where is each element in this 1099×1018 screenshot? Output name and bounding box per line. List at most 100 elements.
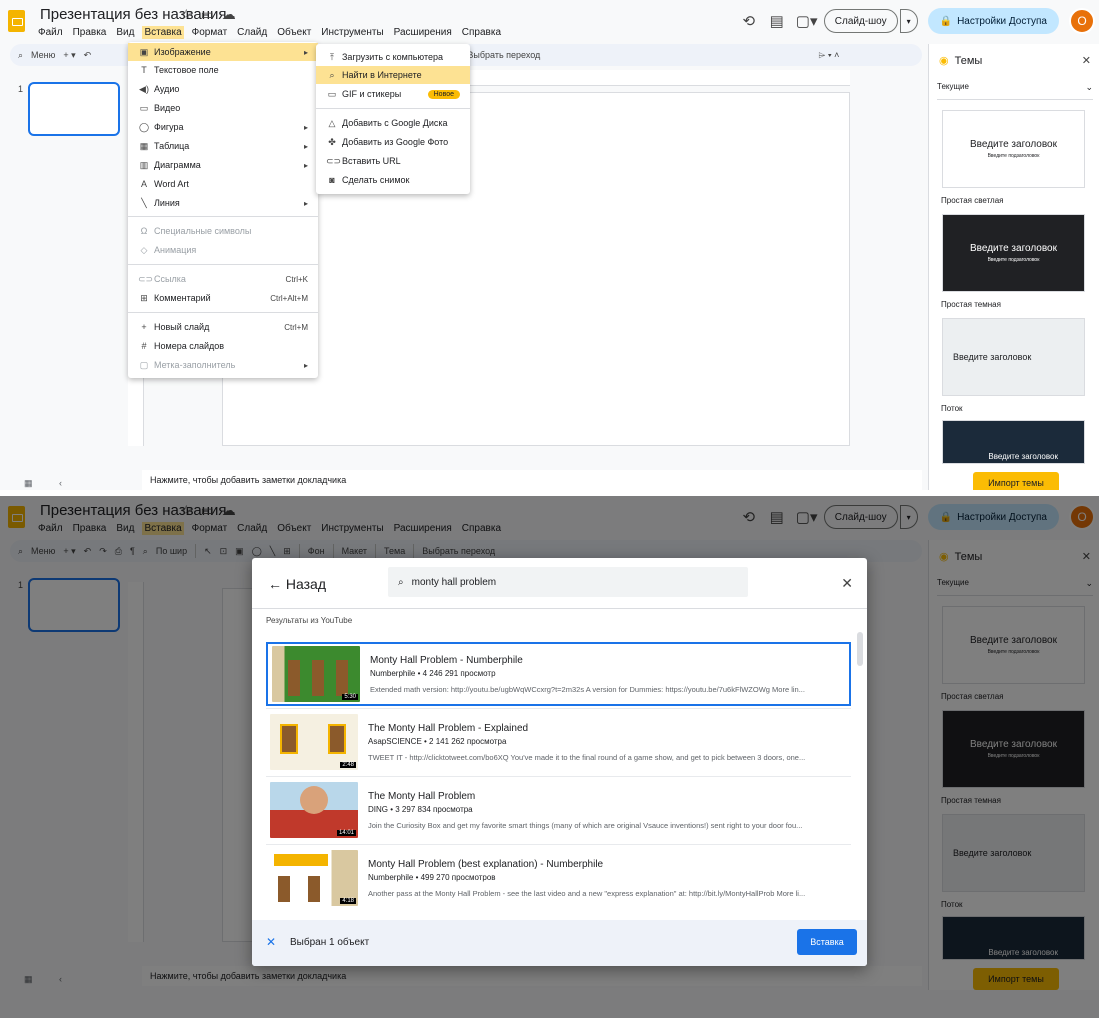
slides-logo-icon[interactable] <box>8 10 25 32</box>
menu-item-shape[interactable]: ◯ Фигура ▸ <box>128 118 318 136</box>
new-slide-icon[interactable]: + ▾ <box>63 50 75 61</box>
search-menus-icon[interactable]: ⌕ <box>18 50 23 61</box>
slideshow-dropdown[interactable]: ▾ <box>899 9 918 33</box>
video-thumbnail: 5:30 <box>272 646 360 702</box>
hash-icon: # <box>141 341 147 351</box>
avatar[interactable]: O <box>1069 8 1095 34</box>
video-result[interactable]: 14:01 The Monty Hall Problem DING • 3 29… <box>266 778 851 842</box>
omega-icon: Ω <box>140 226 148 236</box>
back-button[interactable]: ← Назад <box>268 576 326 592</box>
slides-editor-insert-menu: Презентация без названия ☆▭☁ Файл Правка… <box>0 0 1099 490</box>
folder-icon[interactable]: ▭ <box>201 6 222 22</box>
comments-icon[interactable]: ▤ <box>768 12 786 30</box>
video-result[interactable]: 2:48 The Monty Hall Problem - Explained … <box>266 710 851 774</box>
result-divider <box>266 776 851 777</box>
theme-card-title: Введите заголовок <box>969 243 1057 254</box>
submenu-photos[interactable]: ✤ Добавить из Google Фото <box>316 133 470 151</box>
slide-number: 1 <box>18 84 24 94</box>
meet-icon[interactable]: ▢▾ <box>796 12 818 30</box>
menu-divider <box>316 108 470 109</box>
menu-item-label: Линия <box>154 198 180 208</box>
theme-card-light[interactable]: Введите заголовок Введите подзаголовок <box>942 110 1085 188</box>
menu-item-shortcut: Ctrl+Alt+M <box>270 293 308 303</box>
theme-card-title: Введите заголовок <box>988 452 1058 461</box>
undo-icon[interactable]: ↶ <box>84 50 92 61</box>
menu-extensions[interactable]: Расширения <box>392 26 454 39</box>
menu-item-comment[interactable]: ⊞ Комментарий Ctrl+Alt+M <box>128 289 318 307</box>
theme-card-dark[interactable]: Введите заголовок Введите подзаголовок <box>942 214 1085 292</box>
menu-item-label: Диаграмма <box>154 160 201 170</box>
video-thumbnail: 14:01 <box>270 782 358 838</box>
menu-item-special-chars: Ω Специальные символы <box>128 222 318 240</box>
menu-insert[interactable]: Вставка <box>142 26 184 39</box>
menu-object[interactable]: Объект <box>275 26 313 39</box>
table-icon: ▦ <box>139 140 149 151</box>
video-info: The Monty Hall Problem - Explained AsapS… <box>368 723 848 762</box>
comment-icon: ⊞ <box>140 292 148 303</box>
themes-source-select[interactable]: ⌄ Текущие <box>937 82 1093 100</box>
theme-card-title: Введите заголовок <box>953 352 1032 362</box>
video-description: Another pass at the Monty Hall Problem -… <box>368 888 806 898</box>
star-icon[interactable]: ☆ <box>180 6 201 22</box>
scrollbar[interactable] <box>857 632 863 666</box>
theme-name: Простая темная <box>941 300 1001 309</box>
menu-format[interactable]: Формат <box>190 26 230 39</box>
menu-item-table[interactable]: ▦ Таблица ▸ <box>128 137 318 155</box>
import-theme-button[interactable]: Импорт темы <box>973 472 1059 490</box>
menu-item-image[interactable]: ▣ Изображение ▸ <box>128 43 318 61</box>
theme-card-focus[interactable]: Введите заголовок <box>942 420 1085 464</box>
submenu-drive[interactable]: △ Добавить с Google Диска <box>316 114 470 132</box>
menu-edit[interactable]: Правка <box>71 26 109 39</box>
door-shape <box>336 660 348 696</box>
video-result[interactable]: 5:30 Monty Hall Problem - Numberphile Nu… <box>266 642 851 706</box>
menu-item-line[interactable]: ╲ Линия ▸ <box>128 194 318 212</box>
close-icon[interactable]: ✕ <box>1082 54 1091 67</box>
chevron-down-icon: ⌄ <box>1085 82 1093 92</box>
menu-item-slide-numbers[interactable]: # Номера слайдов <box>128 337 318 355</box>
video-title: Monty Hall Problem - Numberphile <box>370 654 523 666</box>
cloud-icon[interactable]: ☁ <box>222 6 244 22</box>
menu-item-label: Загрузить с компьютера <box>342 52 443 62</box>
insert-button[interactable]: Вставка <box>797 929 857 955</box>
slide-thumbnail[interactable] <box>28 82 120 136</box>
submenu-upload[interactable]: ⤒ Загрузить с компьютера <box>316 48 470 66</box>
grid-view-icon[interactable]: ▦ ‹ <box>24 478 74 489</box>
menu-item-audio[interactable]: ◀) Аудио <box>128 80 318 98</box>
menu-item-textbox[interactable]: T Текстовое поле <box>128 61 318 79</box>
search-input[interactable]: ⌕ monty hall problem <box>388 567 748 597</box>
menu-item-wordart[interactable]: A Word Art <box>128 175 318 193</box>
menu-item-video[interactable]: ▭ Видео <box>128 99 318 117</box>
video-result[interactable]: 4:18 Monty Hall Problem (best explanatio… <box>266 846 851 910</box>
submenu-search-web[interactable]: ⌕ Найти в Интернете <box>316 66 470 84</box>
video-meta: Numberphile • 499 270 просмотров <box>368 872 496 882</box>
submenu-url[interactable]: ⊂⊃ Вставить URL <box>316 152 470 170</box>
menu-help[interactable]: Справка <box>460 26 503 39</box>
menu-item-chart[interactable]: ▥ Диаграмма ▸ <box>128 156 318 174</box>
upload-icon: ⤒ <box>330 51 334 62</box>
edit-mode-icon[interactable]: ⌲ ▾ ˄ <box>818 50 839 61</box>
submenu-arrow-icon: ▸ <box>303 47 308 57</box>
image-search-dialog: ← Назад ⌕ monty hall problem ✕ Результаты… <box>252 558 867 966</box>
door-shape <box>288 660 300 696</box>
share-button[interactable]: 🔒 Настройки Доступа <box>927 8 1059 34</box>
theme-card-subtitle: Введите подзаголовок <box>987 153 1040 159</box>
submenu-camera[interactable]: ◙ Сделать снимок <box>316 171 470 189</box>
menu-item-new-slide[interactable]: + Новый слайд Ctrl+M <box>128 318 318 336</box>
clear-selection-icon[interactable]: ✕ <box>266 935 276 949</box>
menu-search-label[interactable]: Меню <box>31 50 55 60</box>
close-dialog-icon[interactable]: ✕ <box>841 575 853 592</box>
video-duration: 14:01 <box>336 830 356 836</box>
theme-card-flow[interactable]: Введите заголовок <box>942 318 1085 396</box>
slideshow-button[interactable]: Слайд-шоу <box>823 9 898 33</box>
menu-tools[interactable]: Инструменты <box>319 26 385 39</box>
menu-slide[interactable]: Слайд <box>235 26 269 39</box>
history-icon[interactable]: ⟲ <box>740 12 758 30</box>
menu-view[interactable]: Вид <box>114 26 136 39</box>
arrow-left-icon: ← <box>268 576 282 592</box>
menu-file[interactable]: Файл <box>36 26 65 39</box>
menu-item-label: Видео <box>154 103 181 113</box>
speaker-notes[interactable]: Нажмите, чтобы добавить заметки докладчи… <box>142 470 922 490</box>
transition-button[interactable]: Выбрать переход <box>467 50 540 60</box>
submenu-gif[interactable]: ▭ GIF и стикеры Новое <box>316 85 470 103</box>
menu-item-label: Комментарий <box>154 293 211 303</box>
